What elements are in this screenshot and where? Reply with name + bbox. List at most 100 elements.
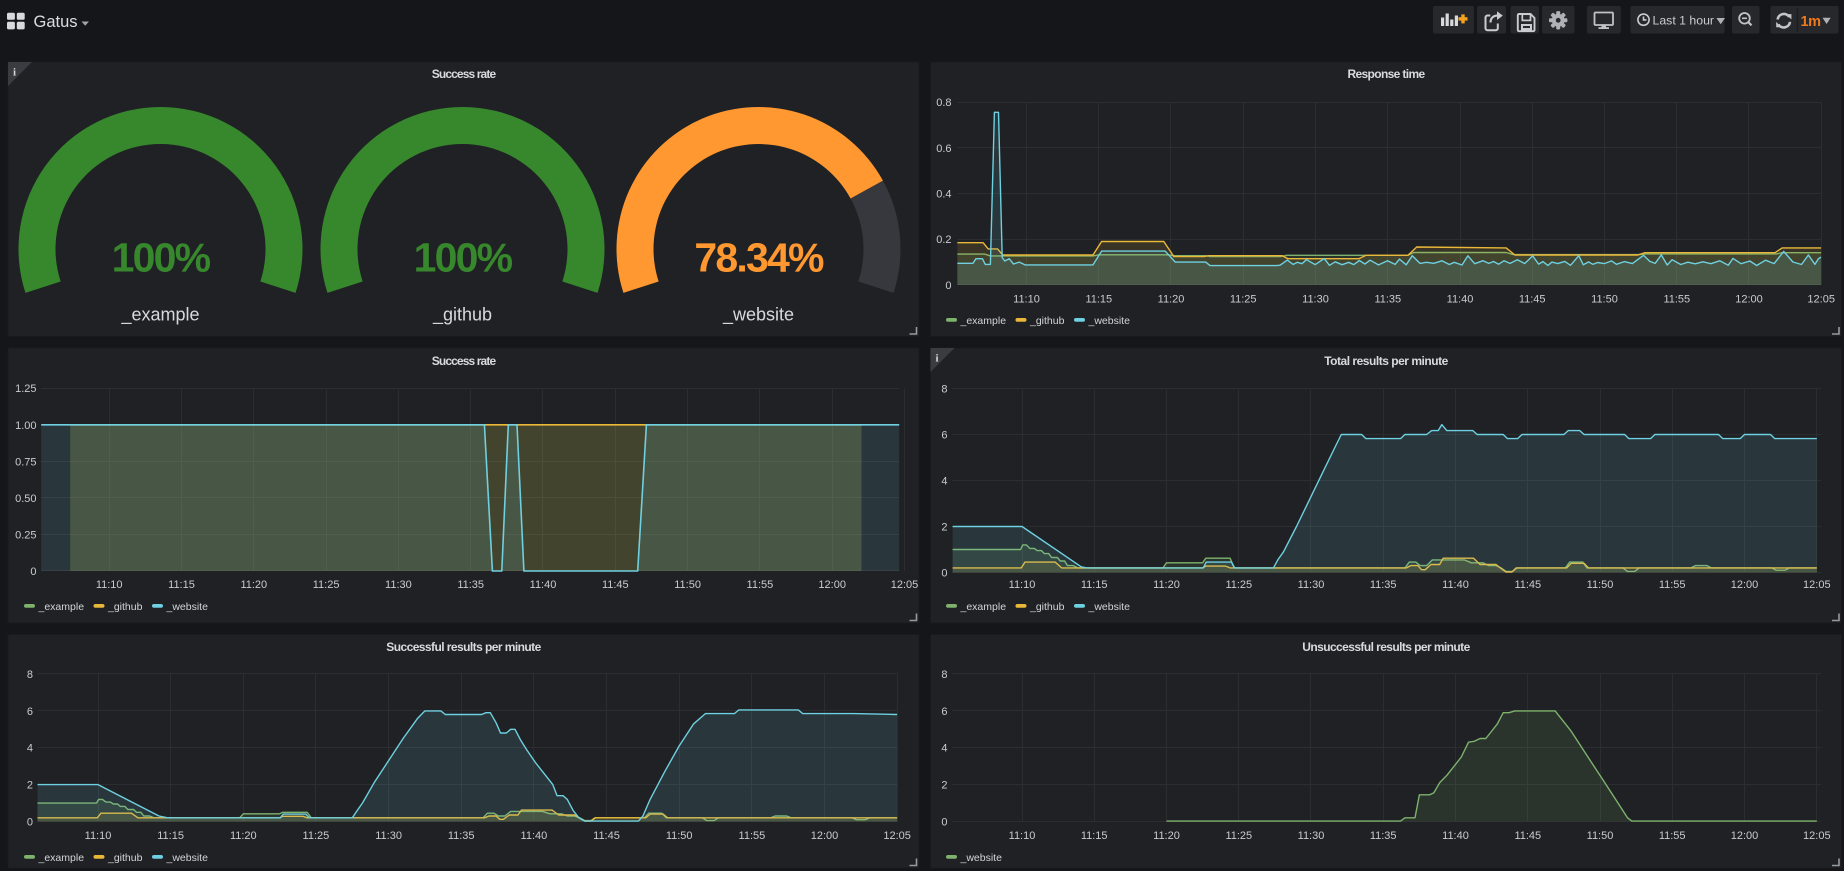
svg-text:11:30: 11:30 bbox=[375, 830, 402, 842]
svg-text:Success rate: Success rate bbox=[432, 67, 497, 81]
svg-text:4: 4 bbox=[27, 743, 33, 755]
svg-text:0: 0 bbox=[945, 280, 951, 292]
svg-text:11:40: 11:40 bbox=[521, 830, 548, 842]
svg-text:11:25: 11:25 bbox=[303, 830, 330, 842]
svg-text:11:15: 11:15 bbox=[157, 830, 184, 842]
svg-text:11:15: 11:15 bbox=[168, 579, 195, 591]
svg-text:11:55: 11:55 bbox=[739, 830, 766, 842]
svg-text:2: 2 bbox=[941, 780, 947, 792]
svg-text:11:40: 11:40 bbox=[1442, 830, 1469, 842]
svg-text:11:35: 11:35 bbox=[448, 830, 475, 842]
svg-text:11:40: 11:40 bbox=[1442, 579, 1469, 591]
svg-text:1m: 1m bbox=[1801, 14, 1821, 30]
svg-text:11:45: 11:45 bbox=[593, 830, 620, 842]
svg-text:11:25: 11:25 bbox=[1225, 830, 1252, 842]
svg-text:0: 0 bbox=[30, 566, 36, 578]
svg-text:_website: _website bbox=[1088, 601, 1131, 613]
svg-text:11:15: 11:15 bbox=[1081, 830, 1108, 842]
svg-text:_example: _example bbox=[120, 305, 199, 326]
svg-text:11:35: 11:35 bbox=[1370, 830, 1397, 842]
svg-text:11:25: 11:25 bbox=[1225, 579, 1252, 591]
svg-text:0.25: 0.25 bbox=[15, 530, 36, 542]
svg-text:Success rate: Success rate bbox=[432, 354, 497, 368]
svg-text:11:35: 11:35 bbox=[457, 579, 484, 591]
svg-text:Last 1 hour: Last 1 hour bbox=[1653, 13, 1715, 27]
svg-text:_website: _website bbox=[166, 852, 209, 864]
svg-text:4: 4 bbox=[941, 476, 947, 488]
svg-text:Successful results per minute: Successful results per minute bbox=[386, 640, 541, 654]
svg-text:11:45: 11:45 bbox=[602, 579, 629, 591]
svg-text:11:55: 11:55 bbox=[747, 579, 774, 591]
svg-text:6: 6 bbox=[941, 430, 947, 442]
svg-text:_github: _github bbox=[107, 601, 143, 613]
svg-text:1.25: 1.25 bbox=[15, 383, 36, 395]
svg-text:12:05: 12:05 bbox=[883, 830, 911, 842]
svg-text:_example: _example bbox=[38, 601, 85, 613]
svg-text:11:25: 11:25 bbox=[1230, 294, 1257, 306]
svg-text:0: 0 bbox=[941, 568, 947, 580]
svg-text:12:05: 12:05 bbox=[1803, 830, 1831, 842]
svg-text:_website: _website bbox=[166, 601, 209, 613]
svg-text:0.50: 0.50 bbox=[15, 493, 36, 505]
svg-text:100%: 100% bbox=[112, 235, 211, 281]
svg-text:11:10: 11:10 bbox=[1009, 579, 1036, 591]
svg-text:11:10: 11:10 bbox=[1013, 294, 1040, 306]
svg-text:_website: _website bbox=[1088, 315, 1131, 327]
svg-text:11:35: 11:35 bbox=[1374, 294, 1401, 306]
svg-text:_github: _github bbox=[1029, 315, 1065, 327]
svg-text:12:05: 12:05 bbox=[1803, 579, 1831, 591]
svg-text:12:05: 12:05 bbox=[1807, 294, 1835, 306]
svg-text:11:50: 11:50 bbox=[1587, 579, 1614, 591]
svg-text:11:15: 11:15 bbox=[1081, 579, 1108, 591]
svg-text:11:10: 11:10 bbox=[85, 830, 112, 842]
svg-text:11:40: 11:40 bbox=[1447, 294, 1474, 306]
svg-text:0: 0 bbox=[941, 817, 947, 829]
svg-text:4: 4 bbox=[941, 743, 947, 755]
svg-text:11:25: 11:25 bbox=[313, 579, 340, 591]
svg-text:_website: _website bbox=[722, 305, 794, 326]
svg-text:0.8: 0.8 bbox=[936, 97, 951, 109]
svg-text:_example: _example bbox=[960, 315, 1007, 327]
svg-text:11:20: 11:20 bbox=[1158, 294, 1185, 306]
svg-text:11:20: 11:20 bbox=[1153, 579, 1180, 591]
svg-text:8: 8 bbox=[941, 669, 947, 681]
svg-text:11:55: 11:55 bbox=[1663, 294, 1690, 306]
svg-text:12:05: 12:05 bbox=[891, 579, 919, 591]
svg-text:12:00: 12:00 bbox=[1731, 830, 1759, 842]
svg-text:Total results per minute: Total results per minute bbox=[1324, 354, 1448, 368]
svg-text:_github: _github bbox=[107, 852, 143, 864]
svg-text:0: 0 bbox=[27, 817, 33, 829]
svg-text:11:15: 11:15 bbox=[1085, 294, 1112, 306]
svg-text:8: 8 bbox=[27, 669, 33, 681]
svg-text:Unsuccessful results per minut: Unsuccessful results per minute bbox=[1302, 640, 1470, 654]
svg-text:Gatus: Gatus bbox=[34, 13, 78, 31]
svg-text:11:55: 11:55 bbox=[1659, 579, 1686, 591]
svg-text:78.34%: 78.34% bbox=[694, 235, 824, 281]
svg-text:_github: _github bbox=[432, 305, 492, 326]
svg-text:11:45: 11:45 bbox=[1514, 579, 1541, 591]
svg-text:11:20: 11:20 bbox=[240, 579, 267, 591]
svg-text:6: 6 bbox=[941, 706, 947, 718]
svg-text:_website: _website bbox=[960, 852, 1003, 864]
svg-text:11:30: 11:30 bbox=[1302, 294, 1329, 306]
svg-text:6: 6 bbox=[27, 706, 33, 718]
svg-text:11:30: 11:30 bbox=[1298, 579, 1325, 591]
svg-text:_example: _example bbox=[960, 601, 1007, 613]
svg-text:2: 2 bbox=[941, 522, 947, 534]
svg-text:0.2: 0.2 bbox=[936, 234, 951, 246]
svg-text:11:10: 11:10 bbox=[1009, 830, 1036, 842]
svg-text:i: i bbox=[935, 353, 938, 365]
svg-text:12:00: 12:00 bbox=[818, 579, 846, 591]
svg-text:11:50: 11:50 bbox=[674, 579, 701, 591]
svg-text:11:50: 11:50 bbox=[1591, 294, 1618, 306]
svg-text:1.00: 1.00 bbox=[15, 420, 36, 432]
svg-text:11:30: 11:30 bbox=[385, 579, 412, 591]
svg-text:11:50: 11:50 bbox=[666, 830, 693, 842]
svg-text:11:10: 11:10 bbox=[96, 579, 123, 591]
svg-text:0.6: 0.6 bbox=[936, 143, 951, 155]
svg-text:11:45: 11:45 bbox=[1514, 830, 1541, 842]
svg-text:11:20: 11:20 bbox=[1153, 830, 1180, 842]
svg-text:0.4: 0.4 bbox=[936, 189, 951, 201]
svg-text:12:00: 12:00 bbox=[811, 830, 839, 842]
svg-text:8: 8 bbox=[941, 384, 947, 396]
